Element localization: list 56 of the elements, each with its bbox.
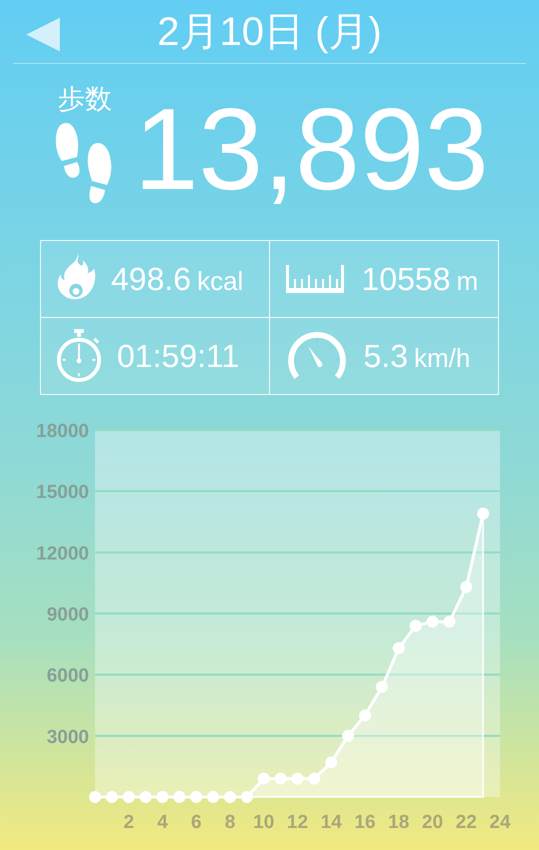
x-axis-label: 20 [422,812,444,833]
x-axis-label: 14 [320,812,342,833]
x-axis-label: 12 [286,812,308,833]
data-point [258,772,270,785]
data-point [207,791,220,803]
data-point [342,730,354,742]
stat-unit: kcal [197,266,244,296]
stat-unit: km/h [414,342,470,374]
data-point [106,791,118,803]
data-point [359,709,371,722]
x-axis-label: 16 [354,812,376,833]
ruler-icon [286,265,346,293]
date-title: 2月10日 (月) [157,9,382,56]
y-axis-label: 9000 [46,604,89,626]
stat-value: 01:59:11 [117,338,240,374]
data-point [460,581,472,593]
stopwatch-icon [55,329,103,383]
stat-value: 5.3 [364,338,408,374]
y-axis-label: 3000 [46,726,89,748]
stat-unit: m [456,266,478,296]
y-axis-label: 18000 [36,421,89,442]
data-point [426,616,438,628]
data-point [122,791,135,803]
x-axis-label: 18 [388,812,410,833]
speedometer-icon [286,331,348,381]
data-point [140,791,152,803]
data-point [292,772,304,785]
data-point [308,772,320,785]
x-axis-label: 8 [224,812,236,833]
data-point [274,772,287,785]
x-axis-label: 10 [253,812,274,833]
data-point [443,616,456,628]
data-point [410,620,422,632]
stat-value: 498.6 [111,260,192,298]
data-point [325,756,338,768]
x-axis-label: 22 [456,812,477,833]
x-axis-label: 6 [190,812,202,833]
data-point [477,508,490,520]
data-point [240,791,253,803]
data-point [173,791,186,803]
y-axis-label: 6000 [46,666,89,687]
data-point [224,791,236,803]
x-axis-label: 24 [489,812,511,833]
x-axis-label: 4 [157,812,168,833]
y-axis-label: 12000 [36,543,89,564]
step-count: 13,893 [134,91,489,207]
steps-label: 歩数 [58,83,112,116]
stat-value: 10558 [362,260,450,298]
data-point [190,791,202,803]
back-button[interactable]: ◀ [18,10,68,54]
data-point [156,791,168,803]
x-axis-label: 2 [123,812,134,833]
y-axis-label: 15000 [36,482,89,504]
data-point [392,642,405,654]
data-point [89,791,101,803]
data-point [376,680,388,693]
